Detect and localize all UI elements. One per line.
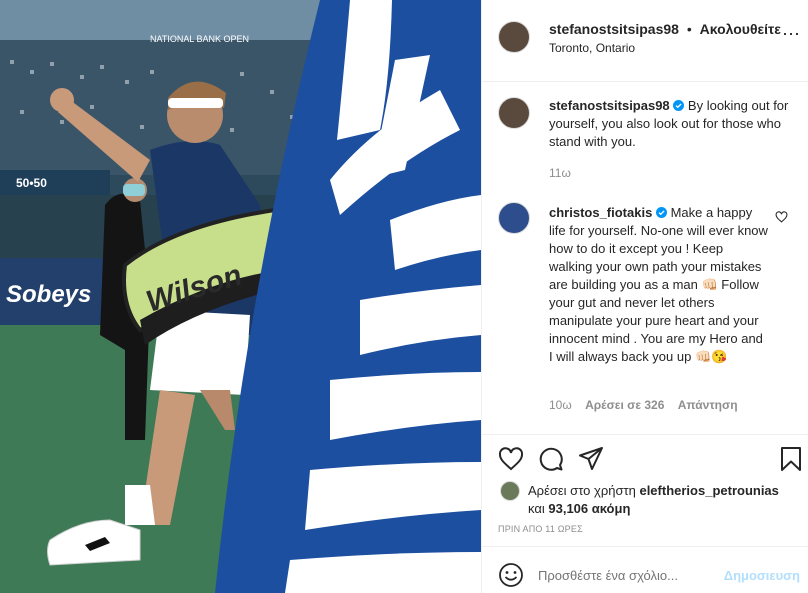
- emoji-icon[interactable]: [498, 562, 524, 588]
- liker-avatar[interactable]: [500, 481, 520, 501]
- liker-username[interactable]: eleftherios_petrounias: [639, 483, 778, 498]
- comment-icon[interactable]: [538, 446, 564, 472]
- comment-text: Make a happy life for yourself. No-one w…: [549, 205, 768, 364]
- post-comment-button[interactable]: Δημοσιευση: [724, 568, 800, 583]
- heart-icon[interactable]: [498, 446, 524, 472]
- comment-body: christos_fiotakis Make a happy life for …: [549, 204, 769, 366]
- verified-badge-icon: [655, 207, 667, 218]
- scoreboard-text: 50•50: [16, 176, 47, 190]
- post-side-panel: stefanostsitsipas98 • Ακολουθείτε Toront…: [481, 0, 808, 593]
- caption-avatar[interactable]: [498, 97, 530, 129]
- post-location[interactable]: Toronto, Ontario: [549, 41, 635, 55]
- post-header: stefanostsitsipas98 • Ακολουθείτε Toront…: [482, 0, 808, 82]
- add-comment-input[interactable]: [538, 566, 708, 584]
- comment-username[interactable]: christos_fiotakis: [549, 205, 652, 220]
- header-title-row: stefanostsitsipas98 • Ακολουθείτε: [549, 21, 781, 37]
- comment-avatar[interactable]: [498, 202, 530, 234]
- post-photo[interactable]: 50•50 NATIONAL BANK OPEN Sobeys Wilson: [0, 0, 481, 593]
- verified-badge-icon: [673, 100, 685, 111]
- post-image: 50•50 NATIONAL BANK OPEN Sobeys Wilson: [0, 0, 481, 593]
- banner-text: NATIONAL BANK OPEN: [150, 34, 249, 44]
- likes-summary: Αρέσει στο χρήστη eleftherios_petrounias…: [528, 482, 798, 518]
- author-avatar[interactable]: [498, 21, 530, 53]
- caption-username[interactable]: stefanostsitsipas98: [549, 98, 670, 113]
- caption-time[interactable]: 11ω: [549, 166, 571, 180]
- post-timestamp[interactable]: ΠΡΙΝ ΑΠΟ 11 ΩΡΕΣ: [498, 524, 583, 534]
- likes-prefix: Αρέσει στο χρήστη: [528, 483, 636, 498]
- following-button[interactable]: Ακολουθείτε: [700, 21, 781, 37]
- likes-count[interactable]: 93,106 ακόμη: [548, 501, 630, 516]
- separator: •: [686, 21, 692, 37]
- divider: [482, 434, 808, 435]
- share-icon[interactable]: [578, 446, 604, 472]
- sponsor-sign: Sobeys: [6, 281, 91, 308]
- author-username[interactable]: stefanostsitsipas98: [549, 21, 679, 37]
- reply-button[interactable]: Απάντηση: [678, 398, 738, 412]
- comment-likes[interactable]: Αρέσει σε 326: [585, 398, 664, 412]
- likes-and: και: [528, 501, 545, 516]
- caption-body: stefanostsitsipas98 By looking out for y…: [549, 97, 789, 151]
- comment-time[interactable]: 10ω: [549, 398, 572, 412]
- comment-like-heart-icon[interactable]: [775, 211, 788, 223]
- bookmark-icon[interactable]: [778, 446, 804, 472]
- divider: [482, 546, 808, 547]
- comment-meta: 10ω Αρέσει σε 326 Απάντηση: [549, 398, 738, 412]
- more-options-icon[interactable]: ⋯: [782, 24, 800, 45]
